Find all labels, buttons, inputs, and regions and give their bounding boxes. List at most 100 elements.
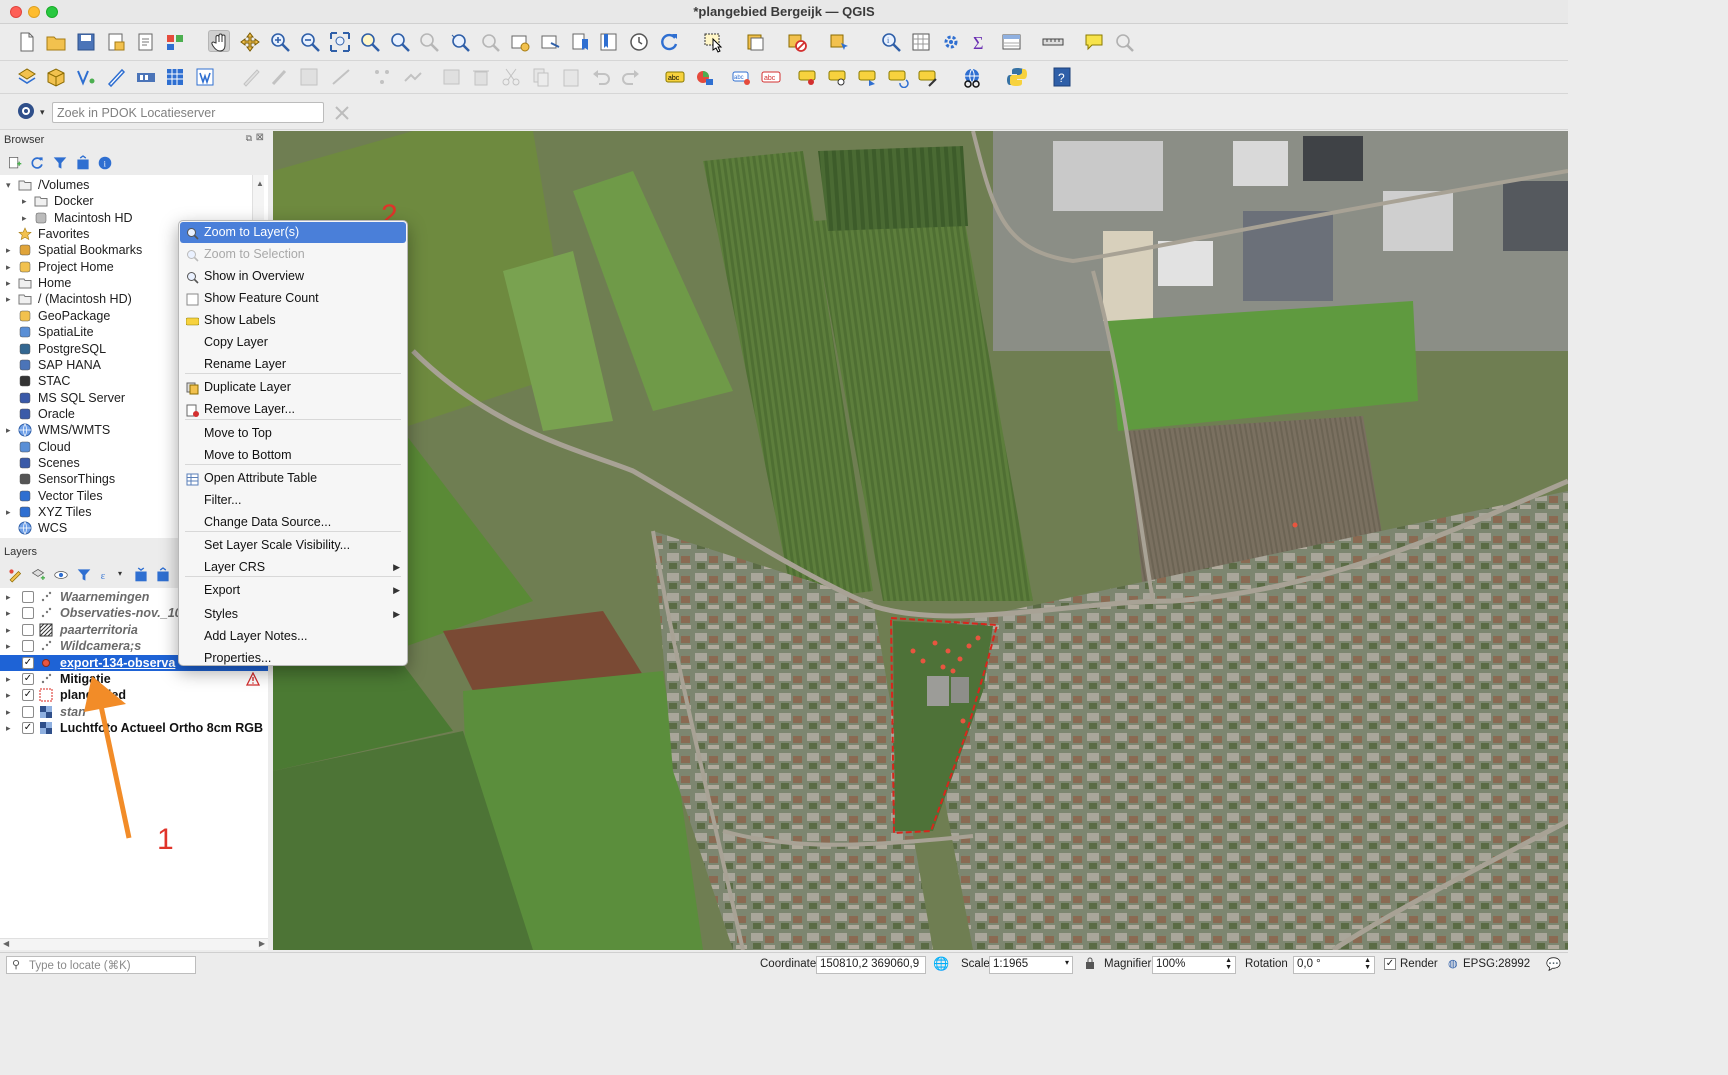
add-delimited-text-layer-icon[interactable] bbox=[105, 66, 127, 88]
pan-to-selection-icon[interactable] bbox=[239, 31, 261, 53]
menu-item-show-feature-count[interactable]: Show Feature Count bbox=[180, 288, 406, 309]
style-manager-icon[interactable] bbox=[164, 31, 186, 53]
expand-arrow-icon[interactable]: ▸ bbox=[6, 622, 11, 638]
current-edits-icon[interactable] bbox=[268, 66, 290, 88]
save-project-icon[interactable] bbox=[75, 31, 97, 53]
processing-toolbox-icon[interactable] bbox=[940, 31, 962, 53]
expand-arrow-icon[interactable]: ▸ bbox=[6, 291, 11, 307]
expand-arrow-icon[interactable]: ▸ bbox=[6, 704, 11, 720]
python-console-icon[interactable] bbox=[1006, 66, 1028, 88]
close-panel-icon[interactable]: ⊠ bbox=[256, 132, 264, 143]
toggle-editing-icon[interactable] bbox=[240, 66, 262, 88]
map-tips-icon[interactable] bbox=[1083, 31, 1105, 53]
add-selected-layers-icon[interactable] bbox=[7, 155, 22, 170]
menu-item-move-to-bottom[interactable]: Move to Bottom bbox=[180, 445, 406, 466]
refresh-icon[interactable] bbox=[658, 31, 680, 53]
new-3d-map-view-icon[interactable] bbox=[539, 31, 561, 53]
select-by-value-icon[interactable] bbox=[745, 31, 767, 53]
highlight-pinned-labels-icon[interactable]: abc bbox=[731, 66, 753, 88]
new-print-layout-icon[interactable] bbox=[105, 31, 127, 53]
expand-arrow-icon[interactable]: ▸ bbox=[6, 589, 11, 605]
expand-arrow-icon[interactable]: ▸ bbox=[6, 687, 11, 703]
scale-combo[interactable]: 1:1965 ▾ bbox=[989, 956, 1073, 974]
menu-item-move-to-top[interactable]: Move to Top bbox=[180, 423, 406, 444]
digitize-line-icon[interactable] bbox=[330, 66, 352, 88]
data-source-manager-icon[interactable] bbox=[16, 66, 38, 88]
menu-item-open-attribute-table[interactable]: Open Attribute Table bbox=[180, 468, 406, 489]
select-by-location-icon[interactable] bbox=[828, 31, 850, 53]
menu-item-show-labels[interactable]: Show Labels bbox=[180, 310, 406, 331]
paste-features-icon[interactable] bbox=[560, 66, 582, 88]
modify-attributes-icon[interactable] bbox=[441, 66, 463, 88]
expand-arrow-icon[interactable]: ▸ bbox=[6, 504, 11, 520]
refresh-browser-icon[interactable] bbox=[29, 155, 44, 170]
collapse-arrow-icon[interactable]: ▾ bbox=[6, 177, 11, 193]
expand-arrow-icon[interactable]: ▸ bbox=[22, 193, 27, 209]
scroll-up-icon[interactable]: ▲ bbox=[256, 179, 264, 188]
pin-labels-icon[interactable] bbox=[797, 66, 819, 88]
pdok-services-icon[interactable] bbox=[16, 101, 38, 123]
zoom-last-icon[interactable] bbox=[449, 31, 471, 53]
warning-icon[interactable] bbox=[245, 671, 261, 686]
undo-icon[interactable] bbox=[590, 66, 612, 88]
new-project-icon[interactable] bbox=[16, 31, 38, 53]
identify-features-icon[interactable]: i bbox=[880, 31, 902, 53]
move-label-icon[interactable] bbox=[857, 66, 879, 88]
expand-all-icon[interactable] bbox=[133, 567, 148, 582]
show-hide-labels-icon[interactable] bbox=[827, 66, 849, 88]
layer-styling-icon[interactable] bbox=[7, 567, 22, 583]
menu-item-layer-crs[interactable]: Layer CRS ▶ bbox=[180, 557, 406, 578]
layer-visibility-checkbox[interactable] bbox=[22, 705, 34, 718]
add-wms-layer-icon[interactable] bbox=[194, 66, 216, 88]
cut-features-icon[interactable] bbox=[500, 66, 522, 88]
map-canvas[interactable] bbox=[273, 131, 1568, 950]
zoom-full-icon[interactable] bbox=[329, 31, 351, 53]
coordinate-field[interactable]: 150810,2 369060,9 bbox=[816, 956, 926, 974]
vertex-tool-icon[interactable] bbox=[371, 66, 393, 88]
browser-item[interactable]: ▸ Docker bbox=[0, 193, 252, 209]
collapse-all-icon[interactable] bbox=[75, 155, 90, 170]
expand-arrow-icon[interactable]: ▸ bbox=[6, 638, 11, 654]
filter-by-expression-icon[interactable]: ε bbox=[99, 567, 114, 582]
menu-item-properties[interactable]: Properties... bbox=[180, 648, 406, 669]
add-group-icon[interactable] bbox=[30, 567, 45, 582]
toggle-extents-icon[interactable]: 🌐 bbox=[933, 956, 949, 972]
expand-arrow-icon[interactable]: ▸ bbox=[6, 720, 11, 736]
copy-features-icon[interactable] bbox=[530, 66, 552, 88]
lock-scale-icon[interactable] bbox=[1085, 957, 1095, 969]
menu-item-duplicate-layer[interactable]: Duplicate Layer bbox=[180, 377, 406, 398]
collapse-layers-icon[interactable] bbox=[155, 567, 170, 582]
render-checkbox[interactable]: ✓ bbox=[1384, 958, 1396, 970]
open-project-icon[interactable] bbox=[45, 31, 67, 53]
zoom-to-layer-icon[interactable] bbox=[389, 31, 411, 53]
menu-item-export[interactable]: Export ▶ bbox=[180, 580, 406, 601]
browser-item[interactable]: ▾ /Volumes bbox=[0, 177, 252, 193]
scroll-right-icon[interactable]: ▶ bbox=[259, 939, 265, 948]
float-panel-icon[interactable]: ⧉ bbox=[246, 133, 252, 144]
help-contents-icon[interactable]: ? bbox=[1051, 66, 1073, 88]
new-map-view-icon[interactable] bbox=[509, 31, 531, 53]
zoom-in-icon[interactable] bbox=[269, 31, 291, 53]
layers-horizontal-scrollbar[interactable]: ◀ ▶ bbox=[0, 938, 268, 950]
add-raster-layer-icon[interactable] bbox=[164, 66, 186, 88]
menu-item-copy-layer[interactable]: Copy Layer bbox=[180, 332, 406, 353]
menu-item-show-in-overview[interactable]: Show in Overview bbox=[180, 266, 406, 287]
delete-selected-icon[interactable] bbox=[470, 66, 492, 88]
expand-arrow-icon[interactable]: ▸ bbox=[6, 259, 11, 275]
new-geopackage-layer-icon[interactable] bbox=[45, 66, 67, 88]
layer-visibility-checkbox[interactable]: ✓ bbox=[22, 722, 34, 735]
layer-visibility-checkbox[interactable]: ✓ bbox=[22, 656, 34, 669]
zoom-to-selection-icon[interactable] bbox=[359, 31, 381, 53]
redo-icon[interactable] bbox=[620, 66, 642, 88]
menu-item-zoom-to-selection[interactable]: Zoom to Selection bbox=[180, 244, 406, 265]
layout-manager-icon[interactable] bbox=[135, 31, 157, 53]
save-edits-icon[interactable] bbox=[298, 66, 320, 88]
scale-dropdown-icon[interactable]: ▾ bbox=[1065, 958, 1069, 967]
measure-line-icon[interactable] bbox=[1042, 31, 1064, 53]
menu-item-add-layer-notes[interactable]: Add Layer Notes... bbox=[180, 626, 406, 647]
deselect-features-icon[interactable] bbox=[786, 31, 808, 53]
zoom-native-icon[interactable] bbox=[418, 31, 440, 53]
rotation-spinbox[interactable]: 0,0 ° ▲ ▼ bbox=[1293, 956, 1375, 974]
filter-dropdown-icon[interactable]: ▾ bbox=[118, 569, 122, 578]
statistical-summary-icon[interactable]: Σ bbox=[970, 31, 992, 53]
